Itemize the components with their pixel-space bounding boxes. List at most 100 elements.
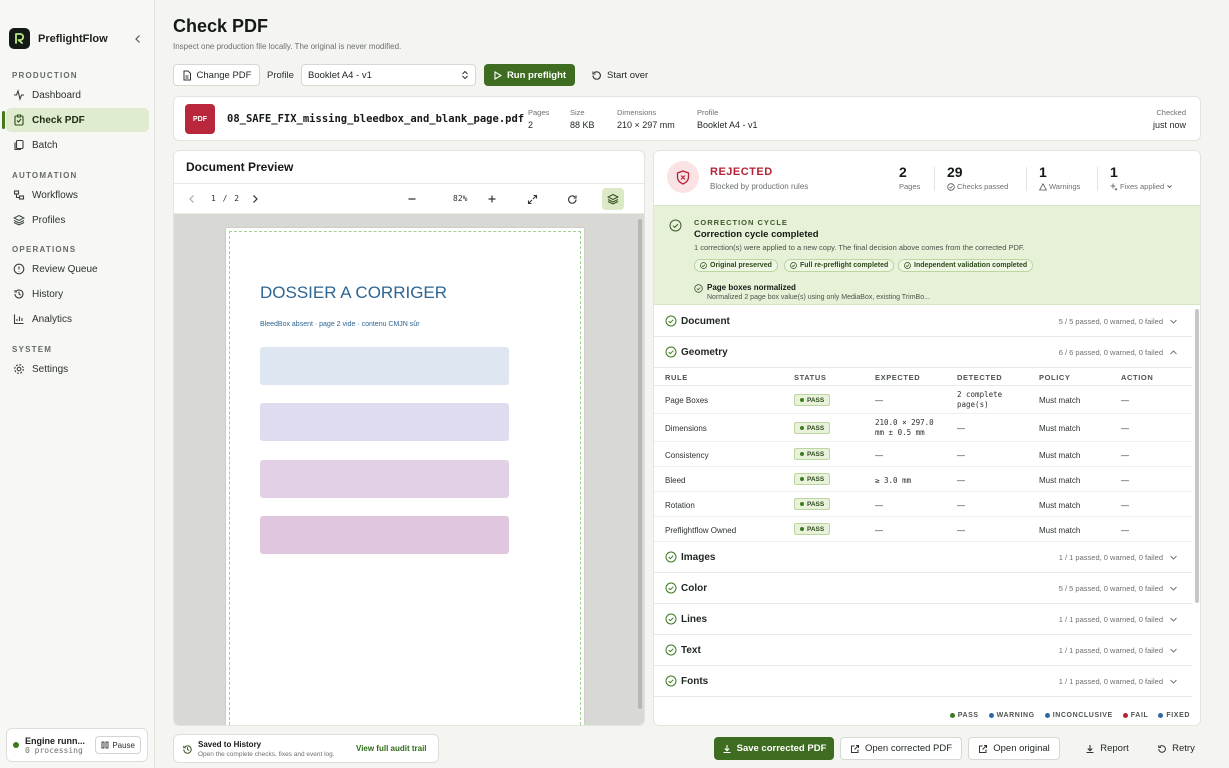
layers-toggle-icon[interactable] — [602, 188, 624, 210]
sidebar-item-analytics[interactable]: Analytics — [6, 307, 149, 331]
pause-icon — [101, 741, 109, 749]
stat-checks-passed: 29 Checks passed — [947, 164, 1009, 191]
divider — [1026, 167, 1027, 191]
bar-chart-icon — [13, 313, 25, 325]
sidebar-item-profiles[interactable]: Profiles — [6, 208, 149, 232]
sidebar-item-check-pdf[interactable]: Check PDF — [2, 108, 149, 132]
stat-warnings: 1 Warnings — [1039, 164, 1081, 191]
check-group-name: Geometry — [681, 346, 728, 358]
sidebar-item-workflows[interactable]: Workflows — [6, 183, 149, 207]
section-title-automation: AUTOMATION — [12, 171, 78, 180]
save-corrected-pdf-button[interactable]: Save corrected PDF — [714, 737, 834, 760]
external-link-icon — [978, 744, 988, 754]
start-over-button[interactable]: Start over — [591, 64, 648, 86]
chip-independent-validation: Independent validation completed — [898, 259, 1034, 272]
zoom-out-icon[interactable] — [405, 192, 419, 206]
check-circle-icon — [665, 613, 677, 625]
legend-warning: WARNING — [988, 712, 1035, 719]
zoom-in-icon[interactable] — [485, 192, 499, 206]
status-badge: PASS — [794, 422, 831, 434]
check-circle-icon — [665, 582, 677, 594]
preview-title: Document Preview — [186, 160, 294, 174]
status-badge: PASS — [794, 498, 831, 510]
rotate-ccw-icon — [591, 70, 602, 81]
chevron-up-down-icon — [461, 70, 469, 80]
check-groups-list: Document 5 / 5 passed, 0 warned, 0 faile… — [654, 306, 1192, 699]
sidebar-item-label: Settings — [32, 363, 69, 375]
chevron-down-icon — [1168, 614, 1178, 624]
table-header: RULE STATUS EXPECTED DETECTED POLICY ACT… — [654, 367, 1192, 386]
change-pdf-button[interactable]: Change PDF — [173, 64, 260, 86]
pause-button-label: Pause — [112, 740, 135, 750]
sidebar-item-label: Workflows — [32, 189, 78, 201]
download-icon — [722, 744, 732, 754]
saved-to-history-card: Saved to History Open the complete check… — [173, 734, 439, 763]
brand-name: PreflightFlow — [38, 32, 108, 45]
legend-inconclusive: INCONCLUSIVE — [1044, 712, 1113, 719]
pdf-page-subheading: BleedBox absent · page 2 vide · contenu … — [260, 321, 420, 328]
check-group-geometry[interactable]: Geometry 6 / 6 passed, 0 warned, 0 faile… — [654, 337, 1192, 368]
open-original-button[interactable]: Open original — [968, 737, 1060, 760]
divider — [1097, 167, 1098, 191]
table-row: Consistency PASS — — Must match — — [654, 442, 1192, 467]
sidebar-item-settings[interactable]: Settings — [6, 357, 149, 381]
next-page-icon[interactable] — [248, 192, 262, 206]
section-title-production: PRODUCTION — [12, 71, 78, 80]
collapse-sidebar-icon[interactable] — [131, 32, 145, 46]
download-icon — [1085, 744, 1095, 754]
legend-fail: FAIL — [1122, 712, 1149, 719]
sidebar-item-batch[interactable]: Batch — [6, 133, 149, 157]
report-label: Report — [1100, 743, 1129, 754]
section-title-operations: OPERATIONS — [12, 245, 77, 254]
profile-select[interactable]: Booklet A4 - v1 — [301, 64, 476, 86]
sidebar-item-label: Profiles — [32, 214, 66, 226]
rotate-icon[interactable] — [565, 192, 579, 206]
layers-icon — [13, 214, 25, 226]
check-group-document[interactable]: Document 5 / 5 passed, 0 warned, 0 faile… — [654, 306, 1192, 337]
check-group-name: Text — [681, 644, 701, 656]
play-icon — [493, 70, 502, 80]
pdf-color-block — [260, 460, 509, 498]
stat-fixes-applied[interactable]: 1 Fixes applied — [1110, 164, 1173, 191]
check-group-summary: 6 / 6 passed, 0 warned, 0 failed — [1058, 348, 1163, 357]
sidebar-item-dashboard[interactable]: Dashboard — [6, 83, 149, 107]
preview-scrollbar[interactable] — [638, 219, 642, 709]
page-title: Check PDF — [173, 16, 269, 36]
pause-button[interactable]: Pause — [95, 736, 141, 754]
open-corrected-label: Open corrected PDF — [864, 743, 953, 754]
chevron-down-icon — [1168, 645, 1178, 655]
sidebar-item-label: History — [32, 288, 64, 300]
prev-page-icon[interactable] — [185, 192, 199, 206]
table-row: Rotation PASS — — Must match — — [654, 492, 1192, 517]
preview-canvas[interactable]: DOSSIER A CORRIGER BleedBox absent · pag… — [174, 214, 644, 725]
status-badge: PASS — [794, 473, 831, 485]
check-group-name: Fonts — [681, 675, 709, 687]
chip-original-preserved: Original preserved — [694, 259, 778, 272]
status-badge: PASS — [794, 394, 831, 406]
open-original-label: Open original — [993, 743, 1050, 754]
results-scrollbar[interactable] — [1195, 309, 1199, 603]
verdict-subtitle: Blocked by production rules — [710, 182, 809, 191]
save-corrected-label: Save corrected PDF — [736, 743, 827, 754]
brand[interactable]: PreflightFlow — [9, 28, 147, 49]
report-button[interactable]: Report — [1074, 737, 1140, 760]
check-group-text[interactable]: Text 1 / 1 passed, 0 warned, 0 failed — [654, 635, 1192, 666]
meta-size: Size 88 KB — [570, 108, 595, 130]
sidebar-item-label: Batch — [32, 139, 58, 151]
view-audit-trail-link[interactable]: View full audit trail — [356, 744, 427, 753]
sidebar-item-review-queue[interactable]: Review Queue — [6, 257, 149, 281]
check-group-color[interactable]: Color 5 / 5 passed, 0 warned, 0 failed — [654, 573, 1192, 604]
check-group-fonts[interactable]: Fonts 1 / 1 passed, 0 warned, 0 failed — [654, 666, 1192, 697]
check-group-name: Lines — [681, 613, 708, 625]
check-group-lines[interactable]: Lines 1 / 1 passed, 0 warned, 0 failed — [654, 604, 1192, 635]
chip-full-re-preflight: Full re-preflight completed — [784, 259, 895, 272]
run-preflight-button[interactable]: Run preflight — [484, 64, 575, 86]
results-panel: REJECTED Blocked by production rules 2 P… — [653, 150, 1201, 726]
files-icon — [13, 139, 25, 151]
retry-button[interactable]: Retry — [1146, 737, 1206, 760]
open-corrected-pdf-button[interactable]: Open corrected PDF — [840, 737, 962, 760]
check-group-images[interactable]: Images 1 / 1 passed, 0 warned, 0 failed — [654, 542, 1192, 573]
sidebar-item-history[interactable]: History — [6, 282, 149, 306]
fit-page-icon[interactable] — [525, 192, 539, 206]
fix-title: Page boxes normalized — [707, 283, 796, 292]
